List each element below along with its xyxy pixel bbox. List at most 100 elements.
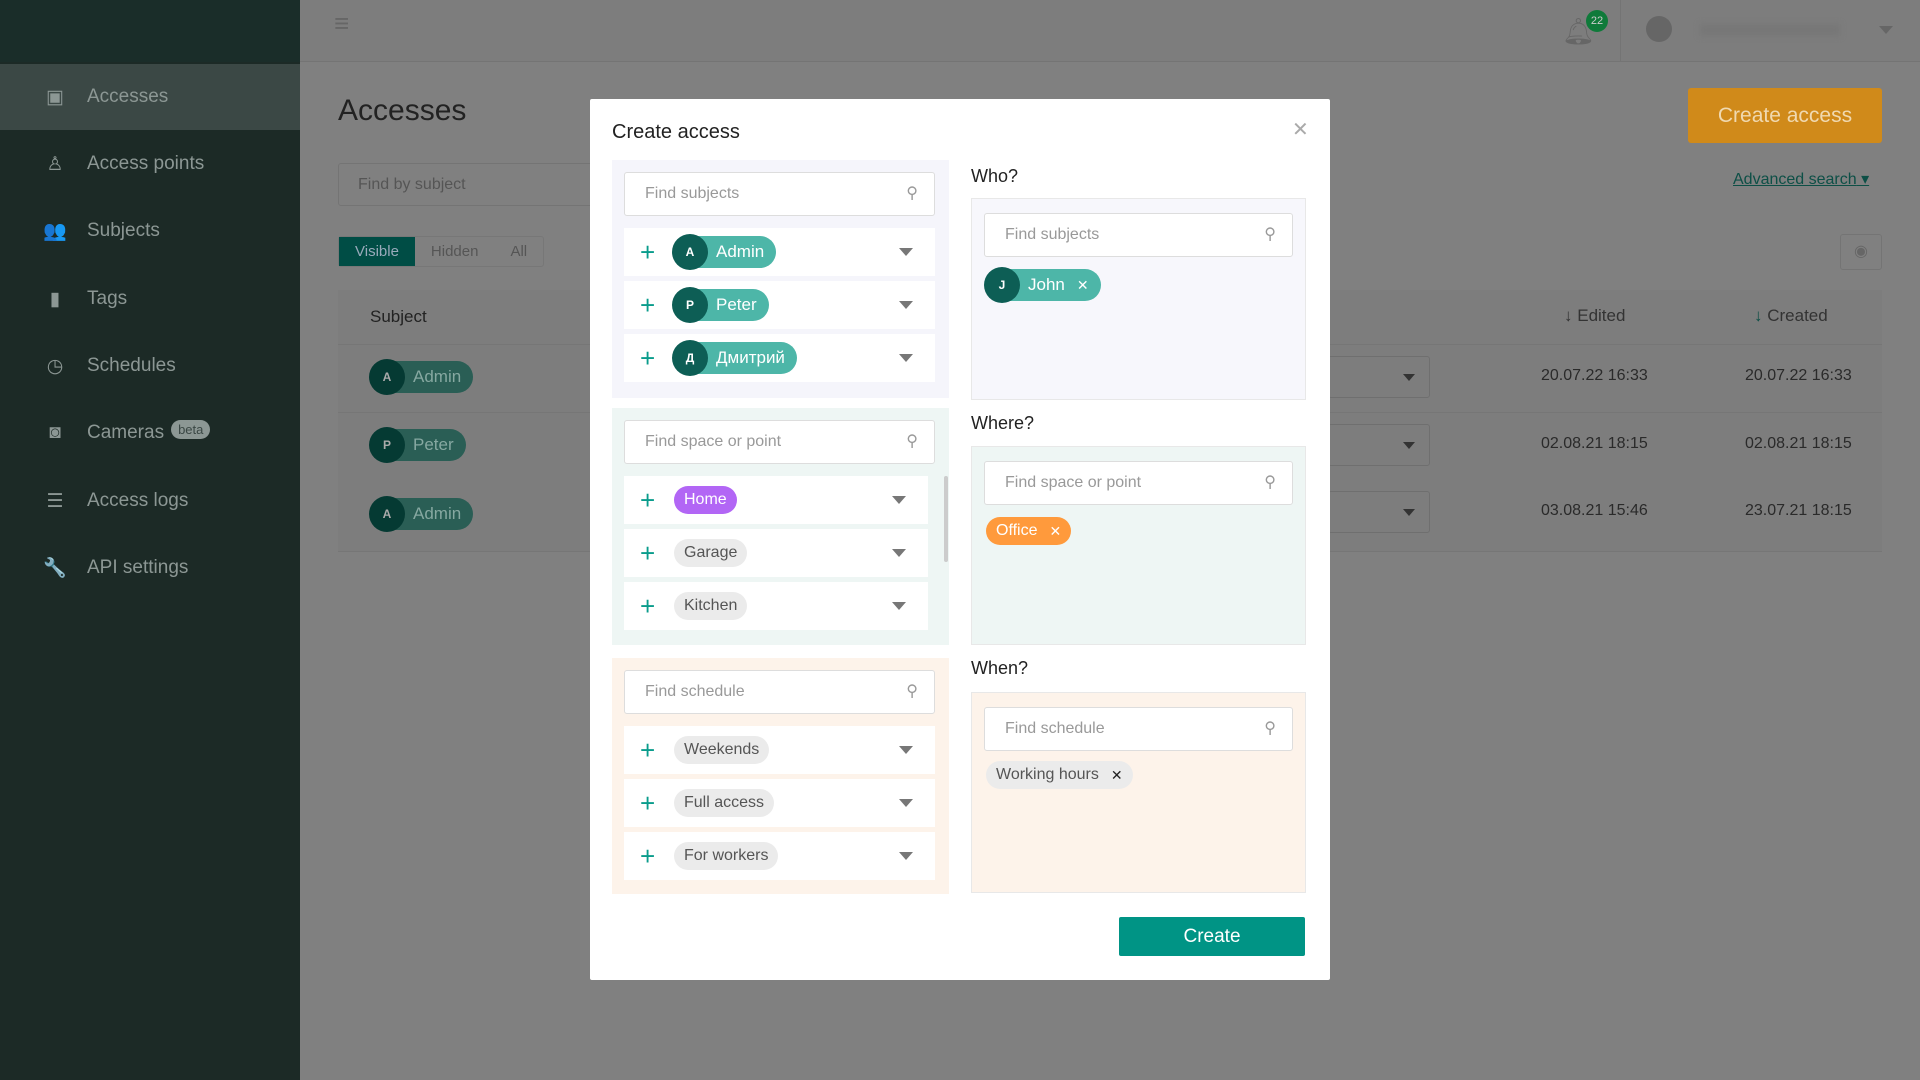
divider [1620, 0, 1621, 62]
chevron-down-icon[interactable] [899, 746, 913, 754]
subjects-search-input[interactable]: Find subjects ⚲ [624, 172, 935, 216]
plus-icon[interactable]: + [640, 290, 664, 321]
plus-icon[interactable]: + [640, 485, 664, 516]
sidebar-item-label: Cameras [87, 422, 165, 443]
plus-icon[interactable]: + [640, 591, 664, 622]
avatar: A [369, 496, 405, 532]
scrollbar[interactable] [944, 476, 948, 562]
when-label: When? [971, 658, 1029, 678]
spaces-section: Find space or point ⚲ + Home + Garage + Kitchen [612, 408, 949, 645]
plus-icon[interactable]: + [640, 237, 664, 268]
subject-chip: Д Дмитрий [672, 340, 797, 376]
plus-icon[interactable]: + [640, 841, 664, 872]
chip-label: Admin [413, 367, 462, 386]
advanced-search-link[interactable]: Advanced search ▾ [1733, 169, 1869, 189]
chevron-down-icon[interactable] [899, 799, 913, 807]
sidebar-item-label: Tags [87, 288, 128, 309]
avatar: Д [672, 340, 708, 376]
user-avatar-icon[interactable] [1646, 16, 1672, 42]
schedules-search-input[interactable]: Find schedule ⚲ [624, 670, 935, 714]
remove-icon[interactable]: ✕ [1050, 523, 1062, 540]
chevron-down-icon [1403, 509, 1415, 516]
row-dropdown[interactable] [1328, 356, 1430, 398]
who-search-input[interactable]: Find subjects ⚲ [984, 213, 1293, 257]
row-dropdown[interactable] [1328, 491, 1430, 533]
top-header: ≡ 🔔︎ 22 [300, 0, 1920, 62]
chevron-down-icon[interactable] [899, 301, 913, 309]
plus-icon[interactable]: + [640, 788, 664, 819]
placeholder: Find space or point [1005, 474, 1142, 491]
chevron-down-icon[interactable] [899, 354, 913, 362]
chevron-down-icon[interactable] [899, 248, 913, 256]
schedule-chip: For workers [674, 842, 779, 870]
spaces-search-input[interactable]: Find space or point ⚲ [624, 420, 935, 464]
sidebar-item-subjects[interactable]: 👥 Subjects [0, 198, 300, 264]
chip-label: Office [996, 522, 1038, 539]
create-button[interactable]: Create [1119, 917, 1305, 956]
chevron-down-icon[interactable] [892, 496, 906, 504]
space-list-item[interactable]: + Home [624, 476, 928, 524]
space-list-item[interactable]: + Kitchen [624, 582, 928, 630]
schedule-list-item[interactable]: + Weekends [624, 726, 935, 774]
sidebar-logo-area [0, 0, 300, 62]
menu-toggle-icon[interactable]: ≡ [334, 10, 366, 36]
subject-chip: P Peter [369, 427, 466, 463]
schedule-list-item[interactable]: + Full access [624, 779, 935, 827]
schedule-list-item[interactable]: + For workers [624, 832, 935, 880]
sidebar-item-label: API settings [87, 557, 189, 578]
sidebar-item-schedules[interactable]: ◷ Schedules [0, 333, 300, 399]
plus-icon[interactable]: + [640, 735, 664, 766]
remove-icon[interactable]: ✕ [1077, 277, 1089, 294]
subject-list-item[interactable]: + P Peter [624, 281, 935, 329]
clock-icon: ◷ [46, 355, 64, 377]
column-subject[interactable]: Subject [370, 307, 427, 327]
where-search-input[interactable]: Find space or point ⚲ [984, 461, 1293, 505]
space-chip: Home [674, 486, 737, 514]
search-icon: ⚲ [906, 683, 918, 700]
sidebar-item-accesses[interactable]: ▣ Accesses [0, 64, 300, 130]
created-date: 23.07.21 18:15 [1745, 502, 1852, 519]
subject-list-item[interactable]: + A Admin [624, 228, 935, 276]
sidebar-item-api-settings[interactable]: 🔧 API settings [0, 535, 300, 601]
selected-space-chip: Office ✕ [986, 517, 1072, 545]
where-label: Where? [971, 413, 1035, 433]
remove-icon[interactable]: ✕ [1111, 767, 1123, 784]
user-name-blurred[interactable] [1700, 24, 1840, 36]
search-icon: ⚲ [906, 433, 918, 450]
user-menu-caret-icon[interactable] [1879, 26, 1893, 34]
who-label: Who? [971, 166, 1019, 186]
schedule-chip: Full access [674, 789, 775, 817]
person-pin-icon: ♙ [46, 153, 64, 175]
subject-chip: A Admin [369, 496, 474, 532]
sidebar-item-cameras[interactable]: ◙ Cameras beta [0, 400, 300, 466]
tab-all[interactable]: All [494, 237, 543, 266]
search-icon: ⚲ [1264, 226, 1276, 243]
space-chip: Garage [674, 539, 748, 567]
tab-hidden[interactable]: Hidden [415, 237, 495, 266]
row-dropdown[interactable] [1328, 424, 1430, 466]
chevron-down-icon[interactable] [892, 549, 906, 557]
space-list-item[interactable]: + Garage [624, 529, 928, 577]
eye-icon[interactable]: ◉ [1840, 234, 1882, 270]
beta-badge: beta [171, 419, 211, 439]
chevron-down-icon[interactable] [892, 602, 906, 610]
selected-schedule-chip: Working hours ✕ [986, 761, 1133, 789]
sidebar-item-label: Access points [87, 153, 205, 174]
search-icon: ⚲ [1264, 720, 1276, 737]
sidebar-item-label: Access logs [87, 490, 189, 511]
edited-date: 02.08.21 18:15 [1541, 435, 1648, 452]
column-created[interactable]: ↓ Created [1754, 306, 1828, 326]
create-access-button[interactable]: Create access [1688, 88, 1882, 143]
schedules-section: Find schedule ⚲ + Weekends + Full access + For … [612, 658, 949, 894]
sidebar-item-access-points[interactable]: ♙ Access points [0, 131, 300, 197]
sidebar-item-tags[interactable]: ▮ Tags [0, 266, 300, 332]
chevron-down-icon[interactable] [899, 852, 913, 860]
plus-icon[interactable]: + [640, 538, 664, 569]
subject-list-item[interactable]: + Д Дмитрий [624, 334, 935, 382]
column-edited[interactable]: ↓ Edited [1564, 306, 1625, 326]
tab-visible[interactable]: Visible [339, 237, 415, 266]
plus-icon[interactable]: + [640, 343, 664, 374]
close-icon[interactable]: ✕ [1292, 117, 1309, 142]
when-search-input[interactable]: Find schedule ⚲ [984, 707, 1293, 751]
sidebar-item-access-logs[interactable]: ☰ Access logs [0, 468, 300, 534]
